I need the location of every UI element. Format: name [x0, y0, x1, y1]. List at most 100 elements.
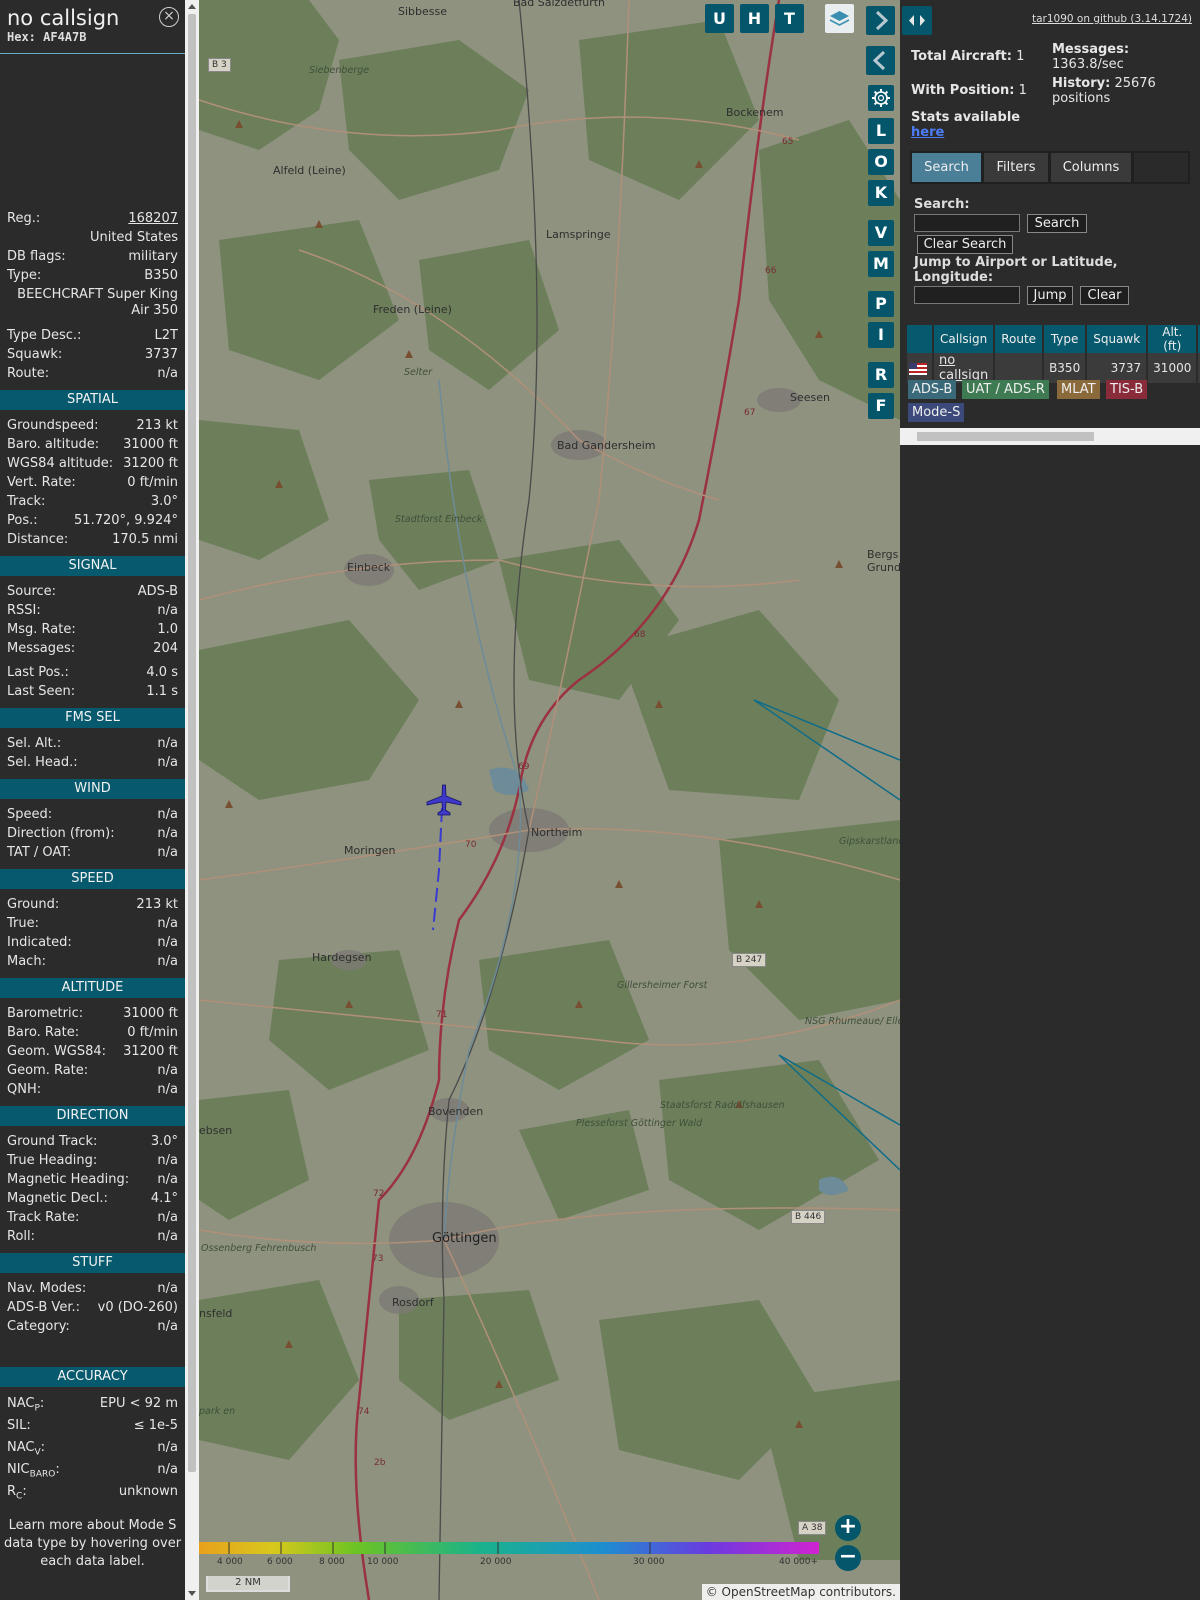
button-v[interactable]: V — [868, 220, 894, 246]
button-t[interactable]: T — [775, 4, 804, 33]
zoom-out-icon[interactable]: − — [835, 1545, 861, 1571]
info-value: n/a — [157, 807, 178, 822]
info-label: Ground Track: — [7, 1134, 98, 1149]
scrollbar-thumb[interactable] — [188, 14, 196, 1472]
clear-button[interactable]: Clear — [1080, 286, 1129, 305]
map-label-selter: Selter — [404, 367, 432, 378]
col-squawk[interactable]: Squawk — [1086, 325, 1149, 353]
map-label-hardegsen: Hardegsen — [312, 951, 372, 964]
map-label-bergs-grund: Bergs Grund — [867, 548, 900, 574]
info-header: no callsign Hex: AF4A7B × — [0, 0, 185, 54]
tab-extra[interactable] — [1134, 153, 1188, 182]
squawk-value: 3737 — [144, 347, 178, 362]
toggle-sidebar-icon[interactable] — [902, 6, 932, 35]
info-value: 1.0 — [157, 622, 178, 637]
scroll-down-icon[interactable] — [188, 1591, 196, 1596]
info-value: n/a — [157, 845, 178, 860]
jump-input[interactable] — [914, 286, 1020, 304]
fms-list: Sel. Alt.: n/a Sel. Head.: n/a — [0, 734, 185, 772]
info-label: Ground: — [7, 897, 60, 912]
button-o[interactable]: O — [868, 149, 894, 175]
button-i[interactable]: I — [868, 322, 894, 348]
table-row[interactable]: no callsign B350 3737 31000 — [907, 353, 1200, 383]
signal-list-2: Last Pos.: 4.0 s Last Seen: 1.1 s — [0, 663, 185, 701]
info-row: Category: n/a — [0, 1317, 185, 1336]
map-label-northeim: Northeim — [531, 826, 583, 839]
info-value: 213 kt — [136, 897, 178, 912]
row-alt: 31000 — [1147, 353, 1199, 383]
info-value: v0 (DO-260) — [97, 1300, 178, 1315]
info-row: Speed: n/a — [0, 805, 185, 824]
close-icon[interactable]: × — [159, 7, 179, 27]
us-flag-icon — [909, 362, 927, 375]
nic-value: n/a — [157, 1462, 178, 1477]
info-label: QNH: — [7, 1082, 42, 1097]
map-attribution[interactable]: © OpenStreetMap contributors. — [701, 1584, 900, 1600]
jump-button[interactable]: Jump — [1027, 286, 1073, 305]
settings-gear-icon[interactable] — [868, 85, 894, 111]
button-l[interactable]: L — [868, 118, 894, 144]
button-h[interactable]: H — [740, 4, 769, 33]
info-scrollbar[interactable] — [185, 0, 199, 1600]
button-f[interactable]: F — [868, 393, 894, 419]
tab-columns[interactable]: Columns — [1051, 153, 1131, 182]
col-alt[interactable]: Alt. (ft) — [1147, 325, 1199, 353]
table-hscrollbar[interactable] — [900, 428, 1200, 445]
info-value: 31000 ft — [123, 437, 178, 452]
table-header: Callsign Route Type Squawk Alt. (ft) S — [907, 325, 1200, 353]
button-k[interactable]: K — [868, 180, 894, 206]
road-74: 74 — [358, 1407, 370, 1417]
info-label: Category: — [7, 1319, 70, 1334]
info-label: Track Rate: — [7, 1210, 80, 1225]
altitude-list: Barometric: 31000 ft Baro. Rate: 0 ft/min Ge… — [0, 1004, 185, 1099]
sil-row: SIL: ≤ 1e-5 — [0, 1415, 185, 1437]
button-u[interactable]: U — [705, 4, 734, 33]
info-value: 170.5 nmi — [112, 532, 178, 547]
info-value: 0 ft/min — [127, 475, 178, 490]
layers-icon[interactable] — [825, 4, 854, 33]
clear-search-button[interactable]: Clear Search — [917, 235, 1013, 254]
stuff-list: Nav. Modes: n/a ADS-B Ver.: v0 (DO-260) Cate… — [0, 1279, 185, 1336]
direction-list: Ground Track: 3.0° True Heading: n/a Magneti… — [0, 1132, 185, 1246]
info-row: Barometric: 31000 ft — [0, 1004, 185, 1023]
map-view[interactable]: Sibbesse Bad Salzdetfurth Siebenberge Bo… — [199, 0, 900, 1600]
tab-search[interactable]: Search — [912, 153, 981, 182]
reg-link[interactable]: 168207 — [128, 209, 178, 228]
col-callsign[interactable]: Callsign — [933, 325, 996, 353]
search-button[interactable]: Search — [1027, 214, 1087, 233]
info-label: Pos.: — [7, 513, 38, 528]
zoom-in-icon[interactable]: + — [835, 1515, 861, 1541]
row-callsign-link[interactable]: no callsign — [939, 353, 988, 383]
col-type[interactable]: Type — [1043, 325, 1088, 353]
button-p[interactable]: P — [868, 291, 894, 317]
info-value: 3.0° — [150, 1134, 178, 1149]
info-row: Pos.: 51.720°, 9.924° — [0, 511, 185, 530]
info-row: Source: ADS-B — [0, 582, 185, 601]
stats-available: Stats available here — [911, 110, 1021, 140]
info-row: Groundspeed: 213 kt — [0, 416, 185, 435]
type-value: B350 — [144, 268, 178, 283]
nacp-label: NACP: — [7, 1396, 45, 1414]
stats-link[interactable]: here — [911, 125, 944, 140]
row-squawk: 3737 — [1086, 353, 1149, 383]
info-label: WGS84 altitude: — [7, 456, 114, 471]
expand-right-icon[interactable] — [866, 6, 895, 35]
collapse-left-icon[interactable] — [866, 46, 895, 75]
button-m[interactable]: M — [868, 251, 894, 277]
tab-filters[interactable]: Filters — [984, 153, 1048, 182]
button-r[interactable]: R — [868, 362, 894, 388]
col-route[interactable]: Route — [994, 325, 1045, 353]
scroll-up-icon[interactable] — [188, 4, 196, 9]
type-full-value: BEECHCRAFT Super King Air 350 — [17, 287, 178, 318]
total-aircraft: Total Aircraft: 1 — [911, 49, 1025, 64]
info-value: 31200 ft — [123, 456, 178, 471]
info-row: Baro. altitude: 31000 ft — [0, 435, 185, 454]
search-input[interactable] — [914, 214, 1020, 232]
info-label: Barometric: — [7, 1006, 84, 1021]
col-flag[interactable] — [907, 325, 934, 353]
hscroll-thumb[interactable] — [917, 432, 1094, 441]
map-label-plesseforst: Plesseforst Göttinger Wald — [576, 1118, 702, 1129]
map-label-bad-salzdetfurth: Bad Salzdetfurth — [513, 0, 606, 9]
info-value: n/a — [157, 1210, 178, 1225]
github-link[interactable]: tar1090 on github (3.14.1724) — [1032, 13, 1192, 25]
